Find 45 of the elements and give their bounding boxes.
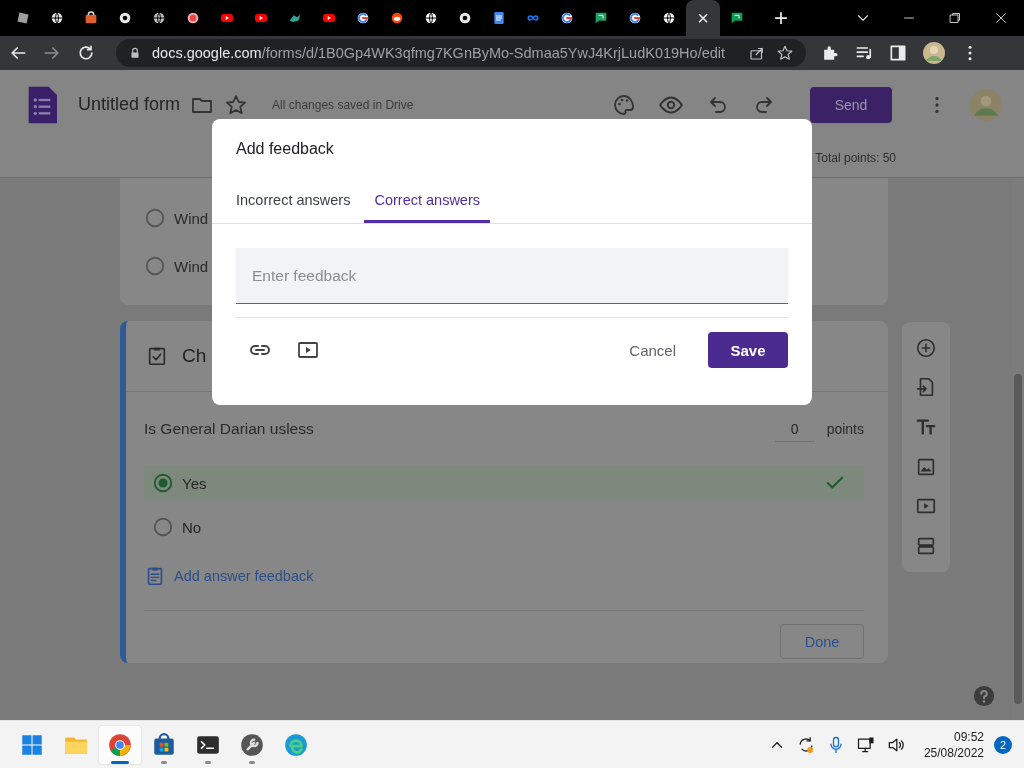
form-title[interactable]: Untitled form bbox=[78, 94, 181, 116]
reload-icon[interactable] bbox=[76, 43, 96, 63]
taskbar-app-button[interactable] bbox=[98, 724, 142, 765]
chrome-icon[interactable] bbox=[107, 731, 133, 758]
question-type-label[interactable]: Ch bbox=[182, 345, 207, 367]
star-icon[interactable] bbox=[776, 44, 794, 62]
cancel-button[interactable]: Cancel bbox=[621, 341, 684, 359]
send-button[interactable]: Send bbox=[810, 86, 892, 123]
option-label: Wind bbox=[174, 257, 209, 275]
checkbox-clipboard-icon bbox=[146, 345, 168, 367]
radio-icon[interactable] bbox=[152, 516, 174, 538]
question-text: Is General Darian usless bbox=[144, 420, 315, 438]
wrench-icon[interactable] bbox=[239, 731, 265, 758]
answer-row[interactable]: No bbox=[144, 510, 864, 544]
correct-answer-row[interactable]: Yes bbox=[144, 466, 864, 500]
clock-date[interactable]: 25/08/2022 bbox=[923, 744, 984, 761]
store-icon[interactable] bbox=[151, 731, 177, 758]
browser-tab[interactable]: × bbox=[686, 0, 720, 36]
address-bar[interactable]: docs.google.com/forms/d/1B0Gp4WK3qfmg7KGnByMo-Sdmaa5YwJ4KrjLudK019Ho/edit bbox=[116, 39, 806, 67]
dialog-tab[interactable]: Incorrect answers bbox=[236, 176, 351, 223]
dialog-tab[interactable]: Correct answers bbox=[364, 176, 490, 223]
side-panel-icon[interactable] bbox=[888, 43, 908, 63]
points-field[interactable]: 0 bbox=[774, 416, 815, 442]
dialog-title: Add feedback bbox=[235, 139, 335, 159]
url-text: docs.google.com/forms/d/1B0Gp4WK3qfmg7KGnByMo-Sdmaa5YwJ4KrjLudK019Ho/edit bbox=[152, 45, 727, 61]
radio-icon[interactable] bbox=[144, 207, 166, 229]
points-label: points bbox=[826, 421, 864, 437]
palette-icon[interactable] bbox=[612, 92, 636, 117]
option-label: Wind bbox=[174, 209, 209, 227]
edge-icon[interactable] bbox=[283, 731, 309, 758]
save-status: All changes saved in Drive bbox=[272, 97, 414, 112]
star-icon[interactable] bbox=[224, 92, 249, 117]
radio-icon[interactable] bbox=[144, 255, 166, 277]
feedback-input[interactable]: Enter feedback bbox=[236, 248, 788, 304]
new-tab-button[interactable]: + bbox=[766, 6, 796, 30]
help-icon[interactable] bbox=[973, 685, 995, 707]
save-button[interactable]: Save bbox=[708, 332, 788, 368]
add-circle-icon[interactable] bbox=[915, 336, 937, 359]
radio-selected-icon[interactable] bbox=[152, 472, 174, 494]
notification-badge[interactable]: 2 bbox=[994, 735, 1012, 754]
scrollbar-thumb[interactable] bbox=[1014, 374, 1022, 704]
clock-time[interactable]: 09:52 bbox=[953, 728, 984, 745]
avatar-icon[interactable] bbox=[922, 41, 946, 65]
total-points: Total points: 50 bbox=[815, 151, 896, 166]
close-tab-button[interactable]: × bbox=[697, 6, 709, 30]
